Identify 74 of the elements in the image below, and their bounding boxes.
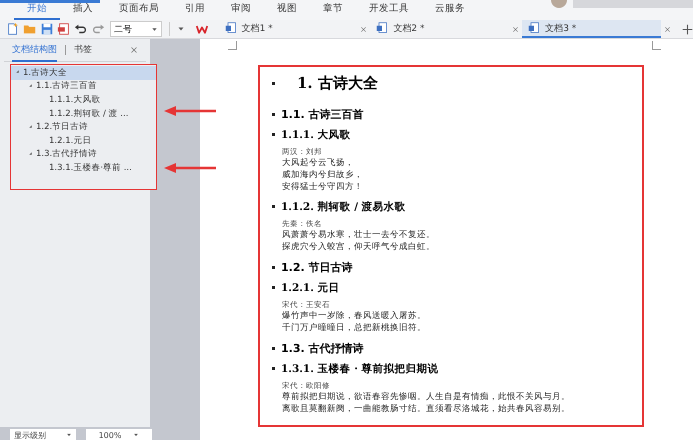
save-icon[interactable]: [40, 22, 54, 36]
heading: 1. 古诗大全: [297, 74, 378, 92]
pointer-arrow: [164, 106, 218, 116]
expand-icon[interactable]: [28, 82, 33, 88]
tree-item[interactable]: 1.古诗大全: [11, 66, 156, 80]
tree-item[interactable]: 1.2.1.元日: [11, 134, 156, 148]
poem-line: 大风起兮云飞扬，: [282, 157, 354, 169]
export-icon[interactable]: [57, 22, 71, 36]
heading: 1.2.1. 元日: [281, 280, 340, 294]
undo-icon[interactable]: [74, 22, 88, 36]
menu-tab[interactable]: 云服务: [422, 2, 478, 20]
doc-icon[interactable]: [528, 22, 540, 34]
plus-icon[interactable]: [682, 24, 693, 34]
caret-icon: [133, 432, 140, 438]
menu-tab[interactable]: 章节: [310, 2, 356, 20]
poem-line: 尊前拟把归期说，欲语春容先惨咽。人生自是有情痴，此恨不关风与月。: [282, 391, 570, 403]
expand-icon[interactable]: [15, 69, 20, 74]
menu-tab[interactable]: 插入: [60, 2, 106, 20]
menu-tab[interactable]: 页面布局: [106, 2, 172, 20]
font-size-select[interactable]: 二号: [110, 21, 162, 37]
tree-item[interactable]: 1.1.1.大风歌: [11, 93, 156, 107]
document-tab[interactable]: 文档3 *: [522, 20, 662, 38]
heading: 1.1. 古诗三百首: [281, 106, 364, 122]
poem-line: 威加海内兮归故乡，: [282, 169, 363, 181]
tree-item[interactable]: 1.3.1.玉楼春·尊前 ...: [11, 161, 156, 175]
bullet-icon: [272, 82, 275, 84]
wps-logo-icon[interactable]: [194, 23, 210, 35]
page-corner-mark: [228, 41, 237, 50]
level-select[interactable]: 显示级别: [10, 429, 76, 440]
poem-line: 千门万户曈曈日，总把新桃换旧符。: [282, 322, 426, 334]
page-corner-mark: [652, 41, 661, 50]
bullet-icon: [272, 286, 275, 289]
close-icon[interactable]: [512, 26, 520, 32]
new-file-icon[interactable]: [6, 22, 20, 36]
pointer-arrow: [164, 163, 218, 173]
bullet-icon: [272, 346, 275, 350]
poem-line: 离歌且莫翻新阕，一曲能教肠寸结。直须看尽洛城花，始共春风容易别。: [282, 403, 570, 415]
expand-icon[interactable]: [28, 124, 33, 129]
bullet-icon: [272, 266, 275, 268]
tree-item[interactable]: 1.2.节日古诗: [11, 120, 156, 134]
bullet-icon: [272, 205, 275, 208]
panel-tab[interactable]: 书签: [74, 38, 92, 62]
poem-line: 安得猛士兮守四方！: [282, 181, 363, 193]
heading: 1.1.1. 大风歌: [281, 128, 351, 142]
close-icon[interactable]: [360, 26, 368, 32]
menu-tab[interactable]: 视图: [264, 2, 310, 20]
doc-icon[interactable]: [376, 22, 388, 34]
document-tab[interactable]: 文档1 *: [218, 20, 358, 38]
heading: 1.3.1. 玉楼春 · 尊前拟把归期说: [281, 362, 439, 376]
poem-line: 爆竹声中一岁除，春风送暖入屠苏。: [282, 310, 426, 322]
menu-tab[interactable]: 引用: [172, 2, 218, 20]
caret-icon: [150, 26, 158, 32]
heading: 1.2. 节日古诗: [281, 260, 352, 274]
expand-icon[interactable]: [28, 150, 33, 156]
doc-icon[interactable]: [224, 22, 237, 34]
panel-tab[interactable]: 文档结构图: [12, 38, 57, 62]
heading: 1.1.2. 荆轲歌 / 渡易水歌: [281, 200, 406, 214]
close-icon[interactable]: [130, 46, 138, 54]
heading: 1.3. 古代抒情诗: [281, 340, 364, 356]
poem-line: 探虎穴兮入蛟宫，仰天呼气兮成白虹。: [282, 241, 435, 253]
tree-item[interactable]: 1.1.古诗三百首: [11, 80, 156, 94]
caret-icon: [66, 432, 72, 438]
tree-item[interactable]: 1.3.古代抒情诗: [11, 148, 156, 162]
close-icon[interactable]: [664, 26, 672, 32]
tree-item[interactable]: 1.1.2.荆轲歌 / 渡 ...: [11, 106, 156, 120]
bullet-icon: [272, 367, 275, 370]
menu-tab[interactable]: 开发工具: [356, 2, 422, 20]
bullet-icon: [272, 133, 275, 136]
zoom-select[interactable]: 100%: [86, 429, 152, 440]
document-tab[interactable]: 文档2 *: [370, 20, 510, 38]
caret-icon[interactable]: [176, 25, 185, 33]
bullet-icon: [272, 112, 275, 116]
menu-tab[interactable]: 审阅: [218, 2, 264, 20]
poem-line: 风萧萧兮易水寒，壮士一去兮不复还。: [282, 229, 435, 241]
